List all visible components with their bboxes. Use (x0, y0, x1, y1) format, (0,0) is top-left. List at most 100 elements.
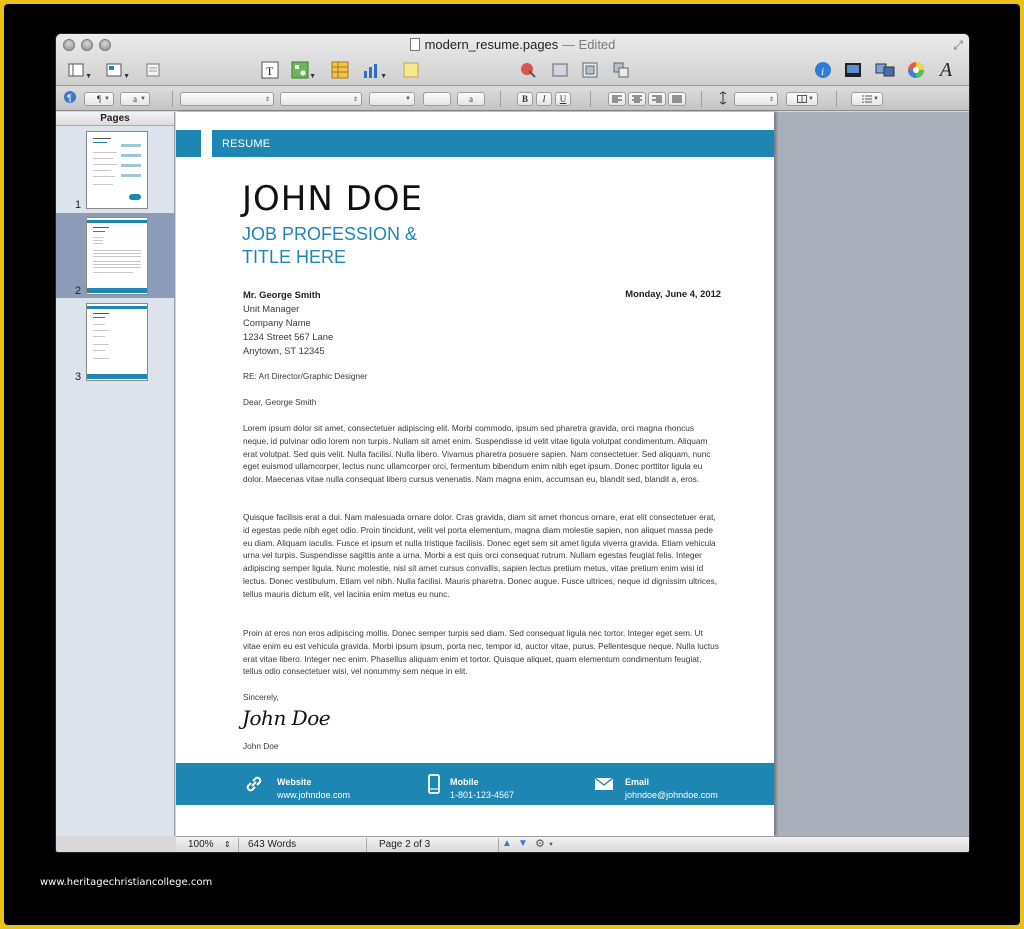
thumbnail-image (86, 131, 148, 209)
next-page-icon[interactable]: ▼ (518, 838, 528, 849)
text-box-button[interactable]: T (260, 60, 280, 80)
media-icon (845, 63, 861, 77)
website-contact: Website www.johndoe.com (277, 777, 351, 800)
send-back-icon (613, 62, 629, 78)
info-icon: i (815, 62, 831, 78)
list-bullets-icon (862, 95, 872, 103)
letter-date: Monday, June 4, 2012 (625, 288, 721, 299)
word-count: 643 Words (248, 839, 297, 850)
fonts-button[interactable]: A (936, 58, 956, 81)
sidebar-title: Pages (56, 112, 174, 126)
color-wheel-icon (908, 62, 924, 78)
salutation: Dear, George Smith (243, 397, 317, 407)
alpha-button[interactable] (550, 60, 570, 80)
previous-page-icon[interactable]: ▲ (502, 838, 512, 849)
text-color-well[interactable] (423, 92, 451, 106)
closing: Sincerely, (243, 692, 279, 702)
gear-icon[interactable]: ⚙ (535, 837, 545, 850)
signer-name: John Doe (243, 741, 279, 751)
shapes-icon (291, 61, 309, 79)
status-bar: 100% ⇕ 643 Words Page 2 of 3 ▲ ▼ ⚙ ▼ (176, 836, 969, 852)
svg-text:T: T (266, 64, 274, 78)
line-spacing-select[interactable]: ⇕ (734, 92, 778, 106)
mobile-phone-icon (428, 774, 440, 794)
page-thumbnail-button[interactable] (143, 60, 163, 80)
character-style-select[interactable]: a ▼ (120, 92, 150, 106)
resume-band-label: RESUME (222, 138, 271, 150)
adjust-image-icon (875, 63, 895, 77)
table-button[interactable] (330, 60, 350, 80)
sections-menu-button[interactable]: ▼ (104, 60, 130, 80)
align-center-button[interactable] (628, 92, 646, 106)
page-thumbnail-1[interactable]: 1 (56, 127, 175, 212)
view-menu-button[interactable]: ▼ (66, 60, 92, 80)
inspector-button[interactable]: i (813, 60, 833, 80)
shapes-button[interactable]: ▼ (290, 60, 316, 80)
email-contact: Email johndoe@johndoe.com (625, 777, 718, 800)
page-icon (146, 63, 160, 77)
paragraph-style-select[interactable]: ¶ ▼ (84, 92, 114, 106)
recipient-company: Company Name (243, 317, 311, 328)
styles-drawer-icon: ¶ (64, 91, 76, 103)
justify-button[interactable] (668, 92, 686, 106)
recipient-city: Anytown, ST 12345 (243, 345, 325, 356)
body-paragraph-2: Quisque facilisis erat a dui. Nam malesu… (243, 512, 718, 599)
profession-line-1: JOB PROFESSION & (242, 224, 418, 244)
align-right-button[interactable] (648, 92, 666, 106)
list-style-select[interactable]: ▼ (851, 92, 883, 106)
media-button[interactable] (843, 60, 863, 80)
document-icon (409, 38, 420, 51)
italic-button[interactable]: I (536, 92, 552, 106)
fonts-icon: A (939, 58, 953, 81)
front-button[interactable] (580, 60, 600, 80)
document-canvas[interactable]: RESUME JOHN DOE JOB PROFESSION & TITLE H… (176, 112, 969, 836)
font-size-select[interactable]: ▼ (369, 92, 415, 106)
highlight-color-well[interactable]: a (457, 92, 485, 106)
bold-button[interactable]: B (517, 92, 533, 106)
line-spacing-icon (716, 89, 730, 107)
pages-window: modern_resume.pages — Edited ⤢ ▼ ▼ T ▼ ▼ (56, 34, 969, 852)
mobile-contact: Mobile 1-801-123-4567 (450, 777, 515, 800)
recipient-street: 1234 Street 567 Lane (243, 331, 334, 342)
zoom-select[interactable]: 100% (188, 839, 214, 850)
page-thumbnail-2[interactable]: 2 (56, 213, 175, 298)
contact-footer: Website www.johndoe.com Mobile 1-801-123… (176, 763, 774, 805)
recipient-title: Unit Manager (243, 303, 300, 314)
recipient-name: Mr. George Smith (243, 289, 321, 300)
document-page[interactable]: RESUME JOHN DOE JOB PROFESSION & TITLE H… (176, 112, 774, 836)
pages-sidebar: Pages 1 2 3 (56, 112, 175, 836)
adjust-image-button[interactable] (875, 60, 895, 80)
alpha-icon (552, 63, 568, 77)
title-toolbar: modern_resume.pages — Edited ⤢ ▼ ▼ T ▼ ▼ (56, 34, 969, 86)
underline-button[interactable]: U (555, 92, 571, 106)
comment-button[interactable] (401, 60, 421, 80)
align-left-button[interactable] (608, 92, 626, 106)
profession-line-2: TITLE HERE (242, 247, 347, 267)
align-right-icon (652, 95, 662, 103)
chart-button[interactable]: ▼ (361, 60, 387, 80)
font-family-select[interactable]: ⇕ (180, 92, 274, 106)
body-paragraph-3: Proin at eros non eros adipiscing mollis… (243, 628, 719, 677)
window-title: modern_resume.pages — Edited (56, 37, 969, 52)
text-box-icon: T (261, 61, 279, 79)
applicant-name: JOHN DOE (242, 179, 424, 219)
page-indicator: Page 2 of 3 (379, 839, 431, 850)
zoom-stepper-icon[interactable]: ⇕ (224, 840, 231, 849)
page-thumbnail-3[interactable]: 3 (56, 299, 175, 384)
comment-note-icon (403, 62, 419, 78)
colors-button[interactable] (906, 60, 926, 80)
thumbnail-image (86, 217, 148, 295)
styles-drawer-button[interactable]: ¶ (62, 89, 78, 105)
chart-icon (364, 64, 377, 78)
justify-icon (672, 95, 682, 103)
columns-select[interactable]: ▼ (786, 92, 818, 106)
envelope-icon (594, 777, 614, 790)
columns-icon (797, 95, 807, 103)
fullscreen-icon[interactable]: ⤢ (953, 38, 963, 53)
svg-text:¶: ¶ (67, 93, 72, 103)
gear-menu-caret-icon[interactable]: ▼ (548, 842, 554, 848)
font-typeface-select[interactable]: ⇕ (280, 92, 362, 106)
back-button[interactable] (611, 60, 631, 80)
mask-button[interactable] (518, 60, 538, 80)
sections-icon (106, 63, 122, 77)
